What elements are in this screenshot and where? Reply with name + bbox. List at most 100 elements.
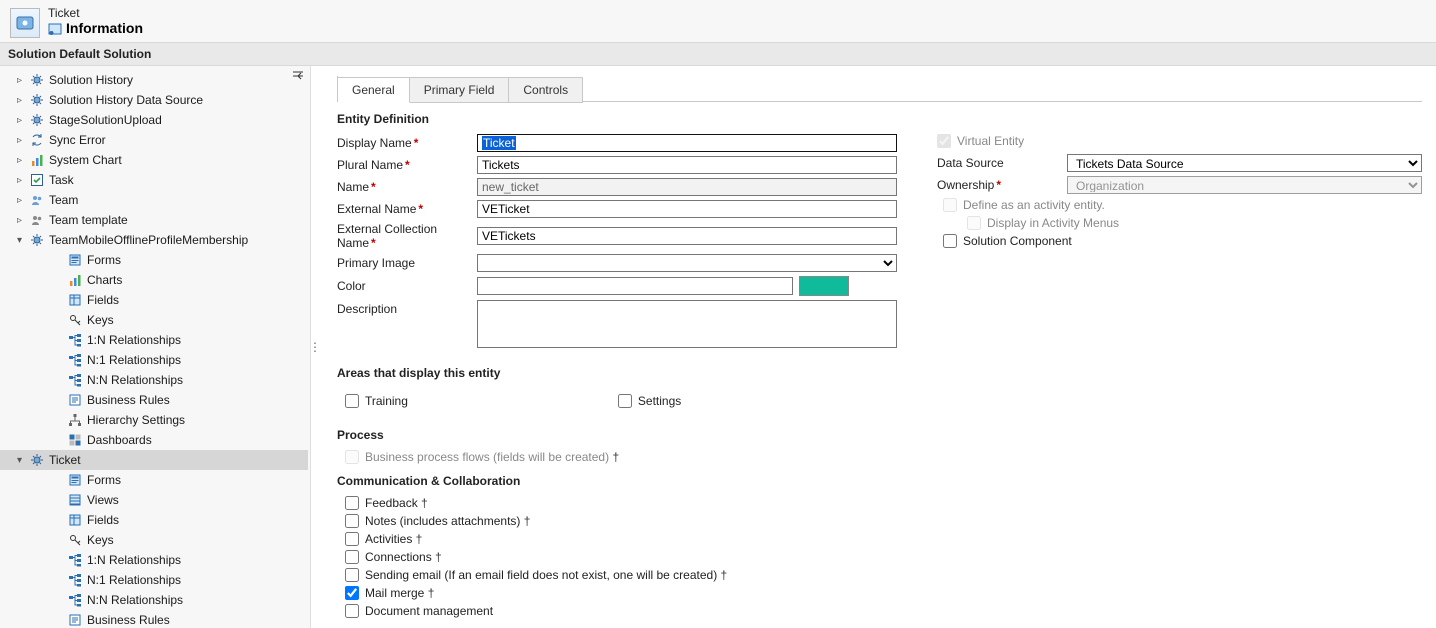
tree-item[interactable]: ▹1:N Relationships <box>0 330 308 350</box>
tree-item-label: N:N Relationships <box>87 373 183 387</box>
bpf-checkbox <box>345 450 359 464</box>
comm-checkbox[interactable] <box>345 496 359 510</box>
description-textarea[interactable] <box>477 300 897 348</box>
comm-label: Notes (includes attachments) <box>365 514 530 528</box>
tab-general[interactable]: General <box>338 77 410 103</box>
tree-item[interactable]: ▹Keys <box>0 310 308 330</box>
tree-item[interactable]: ▹Sync Error <box>0 130 308 150</box>
chevron-right-icon[interactable]: ▹ <box>14 175 25 186</box>
chevron-right-icon[interactable]: ▹ <box>14 95 25 106</box>
chevron-right-icon[interactable]: ▹ <box>14 115 25 126</box>
chevron-down-icon[interactable]: ▾ <box>14 235 25 246</box>
tree-item-label: System Chart <box>49 153 122 167</box>
content-panel: General Primary Field Controls Entity De… <box>319 66 1436 628</box>
chevron-right-icon[interactable]: ▹ <box>14 195 25 206</box>
label-display-name: Display Name* <box>337 136 477 150</box>
solution-component-label: Solution Component <box>963 234 1072 248</box>
fields-icon <box>67 292 83 308</box>
fields-icon <box>67 512 83 528</box>
tree-item[interactable]: ▹Business Rules <box>0 610 308 628</box>
rel-icon <box>67 572 83 588</box>
tree-item[interactable]: ▹ Solution History Data Source <box>0 90 308 110</box>
tree-item[interactable]: ▹ StageSolutionUpload <box>0 110 308 130</box>
color-swatch[interactable] <box>799 276 849 296</box>
label-description: Description <box>337 300 477 316</box>
tree-item[interactable]: ▹N:N Relationships <box>0 590 308 610</box>
label-primary-image: Primary Image <box>337 256 477 270</box>
comm-checkbox[interactable] <box>345 568 359 582</box>
rel-icon <box>67 592 83 608</box>
comm-checkbox[interactable] <box>345 532 359 546</box>
comm-checkbox[interactable] <box>345 514 359 528</box>
tree-item[interactable]: ▹N:1 Relationships <box>0 570 308 590</box>
area-settings-checkbox[interactable] <box>618 394 632 408</box>
plural-name-input[interactable] <box>477 156 897 174</box>
tree-item[interactable]: ▹Fields <box>0 510 308 530</box>
section-process: Process <box>337 428 1422 442</box>
tree-item-label: Forms <box>87 473 121 487</box>
tree-item[interactable]: ▹Views <box>0 490 308 510</box>
collapse-panel-icon[interactable] <box>290 68 306 84</box>
rel-icon <box>67 352 83 368</box>
tree-item[interactable]: ▹ Team template <box>0 210 308 230</box>
label-external-name: External Name* <box>337 202 477 216</box>
external-name-input[interactable] <box>477 200 897 218</box>
tree-item[interactable]: ▹N:N Relationships <box>0 370 308 390</box>
chart-icon <box>29 152 45 168</box>
tab-controls[interactable]: Controls <box>509 77 583 103</box>
data-source-select[interactable]: Tickets Data Source <box>1067 154 1422 172</box>
views-icon <box>67 492 83 508</box>
tree-item-label: TeamMobileOfflineProfileMembership <box>49 233 248 247</box>
comm-checkbox[interactable] <box>345 604 359 618</box>
tab-primary-field[interactable]: Primary Field <box>410 77 510 103</box>
team-icon <box>29 192 45 208</box>
tree-item[interactable]: ▹Forms <box>0 470 308 490</box>
tree-item[interactable]: ▹Fields <box>0 290 308 310</box>
tree-item-label: N:1 Relationships <box>87 573 181 587</box>
tree-item[interactable]: ▹Forms <box>0 250 308 270</box>
solution-bar: Solution Default Solution <box>0 42 1436 66</box>
tree-item[interactable]: ▹Task <box>0 170 308 190</box>
comm-checkbox[interactable] <box>345 550 359 564</box>
area-training-checkbox[interactable] <box>345 394 359 408</box>
tree-item[interactable]: ▹Team <box>0 190 308 210</box>
tree-item-label: StageSolutionUpload <box>49 113 162 127</box>
tree-item-label: Fields <box>87 293 119 307</box>
teamtpl-icon <box>29 212 45 228</box>
label-color: Color <box>337 279 477 293</box>
tree-item[interactable]: ▹Keys <box>0 530 308 550</box>
tree-item[interactable]: ▹ System Chart <box>0 150 308 170</box>
define-activity-checkbox <box>943 198 957 212</box>
tree-item-label: Solution History <box>49 73 133 87</box>
chevron-right-icon[interactable]: ▹ <box>14 215 25 226</box>
comm-checkbox[interactable] <box>345 586 359 600</box>
tree-item[interactable]: ▹Dashboards <box>0 430 308 450</box>
chevron-right-icon[interactable]: ▹ <box>14 135 25 146</box>
tree-item[interactable]: ▾ TeamMobileOfflineProfileMembership <box>0 230 308 250</box>
tree-item[interactable]: ▹1:N Relationships <box>0 550 308 570</box>
tree-item-label: Solution History Data Source <box>49 93 203 107</box>
virtual-entity-label: Virtual Entity <box>957 134 1024 148</box>
gear-icon <box>29 232 45 248</box>
chevron-right-icon[interactable]: ▹ <box>14 75 25 86</box>
tree-item[interactable]: ▾Ticket <box>0 450 308 470</box>
splitter-handle[interactable]: ⋮ <box>311 66 319 628</box>
display-name-input[interactable]: Ticket <box>477 134 897 152</box>
tree-item[interactable]: ▹Business Rules <box>0 390 308 410</box>
section-entity-definition: Entity Definition <box>337 112 1422 126</box>
solution-component-checkbox[interactable] <box>943 234 957 248</box>
chevron-right-icon[interactable]: ▹ <box>14 155 25 166</box>
external-collection-input[interactable] <box>477 227 897 245</box>
tree-item-label: Team template <box>49 213 128 227</box>
primary-image-select[interactable] <box>477 254 897 272</box>
tree-item[interactable]: ▹Hierarchy Settings <box>0 410 308 430</box>
color-input[interactable] <box>477 277 793 295</box>
navigation-tree: ▹ Solution History ▹ Solution History Data … <box>0 66 310 628</box>
label-external-collection: External Collection Name* <box>337 222 477 250</box>
tree-item[interactable]: ▹N:1 Relationships <box>0 350 308 370</box>
virtual-entity-checkbox <box>937 134 951 148</box>
chevron-down-icon[interactable]: ▾ <box>14 455 25 466</box>
tree-item[interactable]: ▹ Solution History <box>0 70 308 90</box>
keys-icon <box>67 312 83 328</box>
tree-item[interactable]: ▹Charts <box>0 270 308 290</box>
